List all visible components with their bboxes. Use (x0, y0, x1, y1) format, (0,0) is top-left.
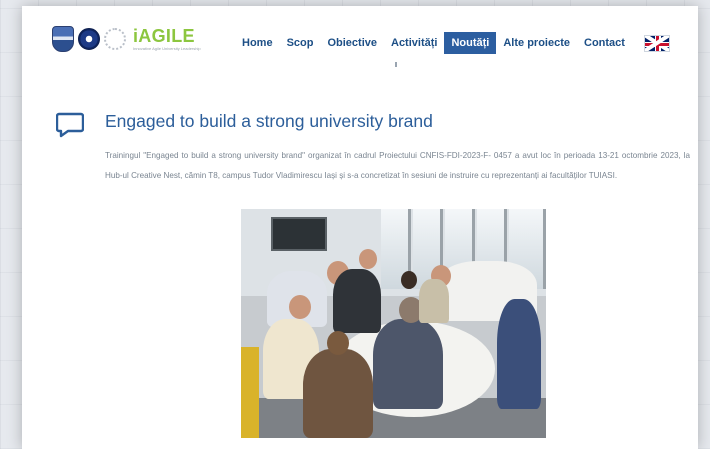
nav-activitati[interactable]: Activități (384, 32, 444, 54)
nav-contact[interactable]: Contact (577, 32, 632, 54)
iagile-logo: iAGILE Innovative Agile University Leade… (133, 27, 201, 51)
uk-flag-icon[interactable] (643, 34, 670, 52)
nav-obiective[interactable]: Obiective (320, 32, 384, 54)
swirl-logo (104, 28, 126, 50)
tv-screen (271, 217, 327, 251)
nav-noutati[interactable]: Noutăți (444, 32, 497, 54)
page-container: iAGILE Innovative Agile University Leade… (22, 6, 698, 449)
speech-bubble-icon (56, 112, 84, 138)
nav-scop[interactable]: Scop (280, 32, 321, 54)
main-nav: Home Scop Obiective Activități Noutăți A… (235, 32, 670, 54)
iagile-logo-tagline: Innovative Agile University Leadership (133, 46, 201, 51)
site-header: iAGILE Innovative Agile University Leade… (22, 6, 698, 70)
article-title: Engaged to build a strong university bra… (105, 111, 433, 131)
nav-alte-proiecte[interactable]: Alte proiecte (496, 32, 577, 54)
iagile-logo-name: iAGILE (133, 26, 195, 46)
university-crest-logo (52, 26, 74, 52)
divider-mark (395, 62, 397, 67)
university-seal-logo (78, 28, 100, 50)
logo-group[interactable]: iAGILE Innovative Agile University Leade… (52, 24, 201, 54)
article-body: Trainingul "Engaged to build a strong un… (105, 151, 690, 180)
training-photo[interactable] (241, 209, 546, 438)
nav-home[interactable]: Home (235, 32, 280, 54)
